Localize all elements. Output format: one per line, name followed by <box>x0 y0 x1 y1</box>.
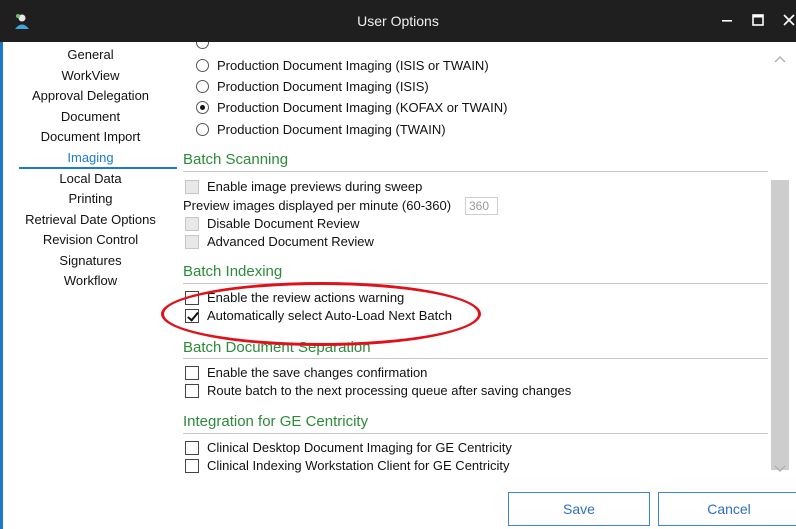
selected-item-underline <box>19 167 177 169</box>
radio-button[interactable] <box>196 42 209 49</box>
sidebar: General WorkView Approval Delegation Doc… <box>0 42 178 529</box>
advanced-review-option[interactable]: Advanced Document Review <box>185 234 374 249</box>
imaging-option-twain[interactable]: Production Document Imaging (TWAIN) <box>196 122 446 137</box>
section-title-batch-separation: Batch Document Separation <box>183 339 371 356</box>
section-title-ge-integration: Integration for GE Centricity <box>183 413 369 430</box>
option-label: Route batch to the next processing queue… <box>207 383 572 398</box>
sidebar-item-local-data[interactable]: Local Data <box>3 170 178 188</box>
section-divider <box>183 433 773 434</box>
sidebar-item-revision-control[interactable]: Revision Control <box>3 231 178 249</box>
section-title-batch-indexing: Batch Indexing <box>183 263 283 280</box>
auto-load-option[interactable]: Automatically select Auto-Load Next Batc… <box>185 308 452 323</box>
ppm-label: Preview images displayed per minute (60-… <box>183 198 452 213</box>
sidebar-item-workflow[interactable]: Workflow <box>3 272 178 290</box>
checkbox[interactable] <box>185 440 199 455</box>
checkbox[interactable] <box>185 383 199 398</box>
option-label: Advanced Document Review <box>207 234 374 249</box>
checkbox[interactable] <box>185 179 199 194</box>
section-divider <box>183 171 773 172</box>
checkbox[interactable] <box>185 290 199 305</box>
option-label: Automatically select Auto-Load Next Batc… <box>207 308 452 323</box>
close-icon[interactable] <box>777 9 796 31</box>
imaging-option-partial[interactable] <box>196 42 217 49</box>
ge-desktop-option[interactable]: Clinical Desktop Document Imaging for GE… <box>185 440 512 455</box>
option-label: Disable Document Review <box>207 216 360 231</box>
option-label: Production Document Imaging (KOFAX or TW… <box>217 100 508 115</box>
section-divider <box>183 358 773 359</box>
title-bar: User Options <box>0 0 796 42</box>
review-warning-option[interactable]: Enable the review actions warning <box>185 290 404 305</box>
disable-review-option[interactable]: Disable Document Review <box>185 216 359 231</box>
sidebar-item-signatures[interactable]: Signatures <box>3 252 178 270</box>
radio-button[interactable] <box>196 59 209 72</box>
sidebar-item-approval-delegation[interactable]: Approval Delegation <box>3 87 178 105</box>
option-label: Production Document Imaging (ISIS) <box>217 79 429 94</box>
radio-button[interactable] <box>196 123 209 136</box>
imaging-option-isis[interactable]: Production Document Imaging (ISIS) <box>196 79 429 94</box>
option-label: Clinical Desktop Document Imaging for GE… <box>207 440 512 455</box>
checkbox[interactable] <box>185 458 199 473</box>
sidebar-item-printing[interactable]: Printing <box>3 190 178 208</box>
checkbox[interactable] <box>185 234 199 249</box>
cancel-button[interactable]: Cancel <box>658 492 796 526</box>
checkbox[interactable] <box>185 365 199 380</box>
minimize-icon[interactable] <box>715 9 739 31</box>
save-button[interactable]: Save <box>508 492 650 526</box>
sidebar-item-document[interactable]: Document <box>3 108 178 126</box>
window-title: User Options <box>357 13 439 29</box>
option-label: Enable the save changes confirmation <box>207 365 428 380</box>
option-label: Production Document Imaging (TWAIN) <box>217 122 446 137</box>
option-label: Enable image previews during sweep <box>207 179 423 194</box>
section-title-batch-scanning: Batch Scanning <box>183 151 289 168</box>
save-confirm-option[interactable]: Enable the save changes confirmation <box>185 365 427 380</box>
imaging-option-kofax-twain[interactable]: Production Document Imaging (KOFAX or TW… <box>196 100 507 115</box>
option-label: Production Document Imaging (ISIS or TWA… <box>217 58 489 73</box>
options-panel: Production Document Imaging (ISIS or TWA… <box>178 42 796 529</box>
scroll-down-icon[interactable] <box>773 462 787 476</box>
scrollbar-thumb[interactable] <box>771 180 789 470</box>
maximize-icon[interactable] <box>746 9 770 31</box>
scroll-up-icon[interactable] <box>773 52 787 66</box>
checkbox[interactable] <box>185 216 199 231</box>
sidebar-item-document-import[interactable]: Document Import <box>3 128 178 146</box>
checkbox-checked[interactable] <box>185 308 199 323</box>
sidebar-item-imaging[interactable]: Imaging <box>3 149 178 167</box>
option-label: Clinical Indexing Workstation Client for… <box>207 458 510 473</box>
route-batch-option[interactable]: Route batch to the next processing queue… <box>185 383 571 398</box>
option-label: Enable the review actions warning <box>207 290 405 305</box>
sidebar-item-retrieval-date-options[interactable]: Retrieval Date Options <box>3 211 178 229</box>
radio-button-selected[interactable] <box>196 101 209 114</box>
enable-previews-option[interactable]: Enable image previews during sweep <box>185 179 422 194</box>
section-divider <box>183 283 773 284</box>
radio-button[interactable] <box>196 80 209 93</box>
sidebar-item-general[interactable]: General <box>3 46 178 64</box>
ppm-input[interactable]: 360 <box>465 197 498 215</box>
imaging-option-isis-twain[interactable]: Production Document Imaging (ISIS or TWA… <box>196 58 489 73</box>
ge-workstation-option[interactable]: Clinical Indexing Workstation Client for… <box>185 458 510 473</box>
sidebar-item-workview[interactable]: WorkView <box>3 67 178 85</box>
